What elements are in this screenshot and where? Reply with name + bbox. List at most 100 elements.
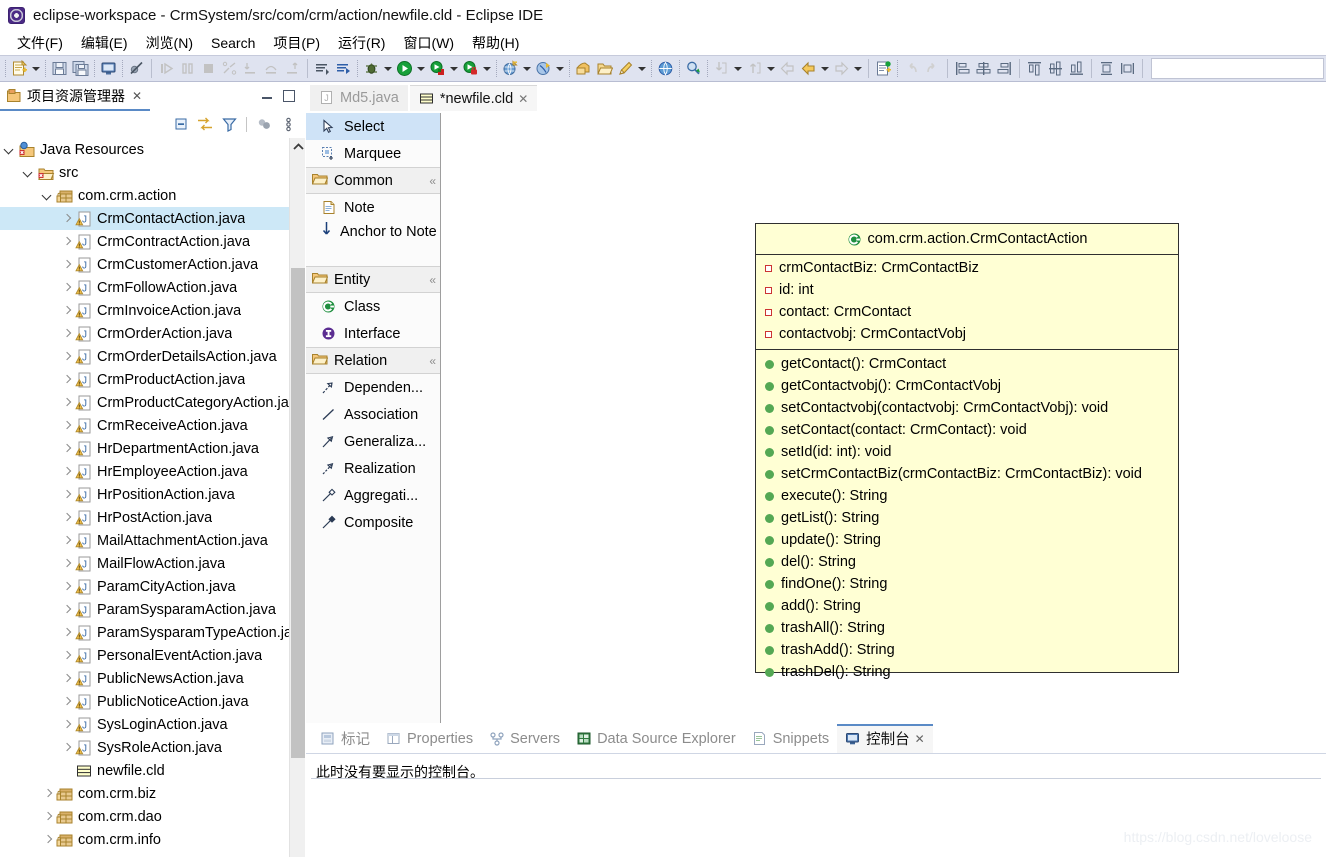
palette-tool-marquee[interactable]: Marquee bbox=[306, 140, 440, 167]
uml-method-row[interactable]: add(): String bbox=[756, 595, 1178, 617]
project-tree[interactable]: Java Resources src com.crm.action J CrmConta… bbox=[0, 138, 305, 857]
tree-item[interactable]: J HrEmployeeAction.java bbox=[0, 460, 305, 483]
uml-method-row[interactable]: update(): String bbox=[756, 529, 1178, 551]
menu-search[interactable]: Search bbox=[202, 33, 264, 53]
project-tree-scrollbar[interactable] bbox=[289, 138, 305, 857]
close-icon[interactable]: ✕ bbox=[132, 89, 142, 103]
forward-dropdown-icon[interactable] bbox=[852, 58, 864, 79]
tree-item[interactable]: com.crm.action bbox=[0, 184, 305, 207]
tree-twisty-icon[interactable] bbox=[59, 414, 75, 437]
align-middle-icon[interactable] bbox=[1045, 58, 1066, 79]
palette-item-realization[interactable]: Realization bbox=[306, 455, 440, 482]
maximize-view-button[interactable] bbox=[282, 89, 296, 103]
tree-twisty-icon[interactable] bbox=[59, 299, 75, 322]
palette-item-dependency[interactable]: Dependen... bbox=[306, 374, 440, 401]
new-wizard-icon[interactable] bbox=[9, 58, 30, 79]
tree-twisty-icon[interactable] bbox=[40, 805, 56, 828]
debug-icon[interactable] bbox=[361, 58, 382, 79]
open-console-icon[interactable] bbox=[98, 58, 119, 79]
align-top-icon[interactable] bbox=[1024, 58, 1045, 79]
tree-item[interactable]: J ParamSysparamTypeAction.java bbox=[0, 621, 305, 644]
tree-item[interactable]: J ParamCityAction.java bbox=[0, 575, 305, 598]
uml-attribute-row[interactable]: contact: CrmContact bbox=[756, 301, 1178, 323]
menu-project[interactable]: 项目(P) bbox=[264, 31, 329, 55]
align-center-icon[interactable] bbox=[973, 58, 994, 79]
tree-twisty-icon[interactable] bbox=[59, 598, 75, 621]
tree-item[interactable]: J HrPostAction.java bbox=[0, 506, 305, 529]
last-edit-dropdown-icon[interactable] bbox=[732, 58, 744, 79]
tree-item[interactable]: J CrmOrderAction.java bbox=[0, 322, 305, 345]
tab-properties[interactable]: Properties bbox=[378, 727, 481, 751]
new-wizard-dropdown-icon[interactable] bbox=[30, 58, 42, 79]
tree-item[interactable]: J CrmProductCategoryAction.java bbox=[0, 391, 305, 414]
filter-icon[interactable] bbox=[218, 114, 240, 135]
tree-twisty-icon[interactable] bbox=[59, 713, 75, 736]
tree-item[interactable]: src bbox=[0, 161, 305, 184]
uml-attribute-row[interactable]: crmContactBiz: CrmContactBiz bbox=[756, 257, 1178, 279]
tree-item[interactable]: J PublicNoticeAction.java bbox=[0, 690, 305, 713]
working-sets-icon[interactable] bbox=[253, 114, 275, 135]
close-icon[interactable]: ✕ bbox=[915, 732, 925, 746]
uml-method-row[interactable]: trashDel(): String bbox=[756, 661, 1178, 683]
tree-item[interactable]: J CrmContactAction.java bbox=[0, 207, 305, 230]
match-height-icon[interactable] bbox=[1096, 58, 1117, 79]
marker-pen-icon[interactable] bbox=[615, 58, 636, 79]
tab-data-source-explorer[interactable]: Data Source Explorer bbox=[568, 727, 744, 751]
align-right-icon[interactable] bbox=[994, 58, 1015, 79]
tree-item[interactable]: J MailFlowAction.java bbox=[0, 552, 305, 575]
tree-item[interactable]: Java Resources bbox=[0, 138, 305, 161]
tree-twisty-icon[interactable] bbox=[59, 621, 75, 644]
search-icon[interactable] bbox=[683, 58, 704, 79]
uml-attribute-row[interactable]: id: int bbox=[756, 279, 1178, 301]
tree-twisty-icon[interactable] bbox=[59, 667, 75, 690]
tab-newfile-cld[interactable]: *newfile.cld ✕ bbox=[409, 85, 538, 111]
open-perspective-icon[interactable] bbox=[573, 58, 594, 79]
collapse-all-icon[interactable] bbox=[170, 114, 192, 135]
uml-method-row[interactable]: execute(): String bbox=[756, 485, 1178, 507]
uml-method-row[interactable]: getList(): String bbox=[756, 507, 1178, 529]
tree-item[interactable]: J ParamSysparamAction.java bbox=[0, 598, 305, 621]
tree-twisty-icon[interactable] bbox=[59, 483, 75, 506]
open-browser-icon[interactable] bbox=[655, 58, 676, 79]
tab-console[interactable]: 控制台 ✕ bbox=[837, 724, 933, 753]
new-connection-dropdown-icon[interactable] bbox=[554, 58, 566, 79]
menu-file[interactable]: 文件(F) bbox=[8, 31, 72, 55]
tree-twisty-icon[interactable] bbox=[59, 506, 75, 529]
minimize-view-button[interactable] bbox=[260, 89, 274, 103]
save-all-icon[interactable] bbox=[70, 58, 91, 79]
tree-twisty-icon[interactable] bbox=[40, 828, 56, 851]
tree-twisty-icon[interactable] bbox=[59, 368, 75, 391]
tree-twisty-icon[interactable] bbox=[40, 184, 56, 207]
palette-item-class[interactable]: Class bbox=[306, 293, 440, 320]
tree-item[interactable]: J PersonalEventAction.java bbox=[0, 644, 305, 667]
uml-method-row[interactable]: getContact(): CrmContact bbox=[756, 353, 1178, 375]
marker-pen-dropdown-icon[interactable] bbox=[636, 58, 648, 79]
palette-item-aggregation[interactable]: Aggregati... bbox=[306, 482, 440, 509]
run-dropdown-icon[interactable] bbox=[415, 58, 427, 79]
tree-item[interactable]: J CrmProductAction.java bbox=[0, 368, 305, 391]
tree-item[interactable]: J CrmCustomerAction.java bbox=[0, 253, 305, 276]
palette-item-note[interactable]: Note bbox=[306, 194, 440, 221]
link-with-editor-icon[interactable] bbox=[194, 114, 216, 135]
run-last-tool-icon[interactable] bbox=[460, 58, 481, 79]
tree-item[interactable]: com.crm.dao bbox=[0, 805, 305, 828]
tree-twisty-icon[interactable] bbox=[59, 230, 75, 253]
tree-twisty-icon[interactable] bbox=[59, 460, 75, 483]
tree-twisty-icon[interactable] bbox=[59, 345, 75, 368]
tab-project-explorer[interactable]: 项目资源管理器 ✕ bbox=[0, 83, 151, 111]
tree-twisty-icon[interactable] bbox=[59, 552, 75, 575]
tree-twisty-icon[interactable] bbox=[40, 782, 56, 805]
tree-item[interactable]: J SysRoleAction.java bbox=[0, 736, 305, 759]
scroll-up-arrow-icon[interactable] bbox=[290, 138, 306, 155]
tree-item[interactable]: J SysLoginAction.java bbox=[0, 713, 305, 736]
view-menu-icon[interactable] bbox=[277, 114, 299, 135]
diagram-canvas[interactable]: Select Marquee Common « Note Anchor to N… bbox=[306, 113, 1326, 723]
tree-item[interactable]: J CrmInvoiceAction.java bbox=[0, 299, 305, 322]
close-icon[interactable]: ✕ bbox=[518, 92, 528, 106]
back-history-icon[interactable] bbox=[798, 58, 819, 79]
scrollbar-thumb[interactable] bbox=[291, 268, 305, 758]
match-width-icon[interactable] bbox=[1117, 58, 1138, 79]
run-external-dropdown-icon[interactable] bbox=[448, 58, 460, 79]
previous-annotation-icon[interactable] bbox=[333, 58, 354, 79]
new-java-class-icon[interactable] bbox=[873, 58, 894, 79]
